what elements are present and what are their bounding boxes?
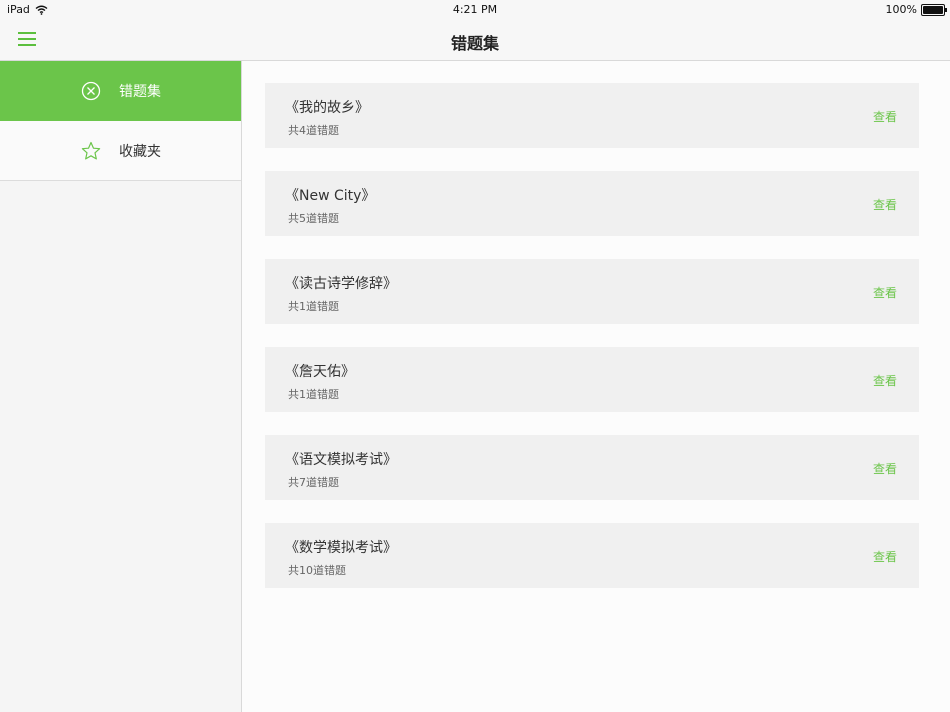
view-button[interactable]: 查看 [873,284,897,301]
item-count: 共1道错题 [288,388,339,401]
sidebar-item-label: 收藏夹 [119,143,161,160]
view-button[interactable]: 查看 [873,372,897,389]
list-item[interactable]: 《语文模拟考试》 共7道错题 查看 [265,435,919,500]
view-button[interactable]: 查看 [873,196,897,213]
item-title: 《New City》 [285,188,376,204]
item-title: 《数学模拟考试》 [285,540,397,556]
main-content: 《我的故乡》 共4道错题 查看 《New City》 共5道错题 查看 《读古诗… [242,61,950,712]
view-button[interactable]: 查看 [873,108,897,125]
item-count: 共7道错题 [288,476,339,489]
page-title: 错题集 [450,34,499,53]
sidebar-item-wrong-questions[interactable]: 错题集 [0,61,241,121]
list-item[interactable]: 《New City》 共5道错题 查看 [265,171,919,236]
sidebar-item-label: 错题集 [119,84,161,100]
item-count: 共4道错题 [288,124,339,137]
list-item[interactable]: 《读古诗学修辞》 共1道错题 查看 [265,259,919,324]
battery-percent: 100% [885,3,917,16]
circle-x-icon [81,81,101,101]
status-bar-right: 100% [885,3,947,16]
status-time: 4:21 PM [452,3,498,16]
item-count: 共1道错题 [288,300,339,313]
sidebar-item-favorites[interactable]: 收藏夹 [0,121,241,181]
nav-bar: 错题集 [0,20,950,61]
star-icon [81,141,101,159]
item-title: 《我的故乡》 [285,100,369,116]
item-title: 《语文模拟考试》 [285,452,397,468]
item-count: 共10道错题 [288,564,346,577]
view-button[interactable]: 查看 [873,548,897,565]
item-count: 共5道错题 [288,212,339,225]
sidebar: 错题集 收藏夹 [0,61,242,712]
list-item[interactable]: 《数学模拟考试》 共10道错题 查看 [265,523,919,588]
view-button[interactable]: 查看 [873,460,897,477]
item-title: 《詹天佑》 [285,364,355,380]
battery-icon [921,3,947,16]
list-item[interactable]: 《詹天佑》 共1道错题 查看 [265,347,919,412]
status-bar: iPad 4:21 PM 100% [0,0,950,20]
item-title: 《读古诗学修辞》 [285,276,397,292]
list-item[interactable]: 《我的故乡》 共4道错题 查看 [265,83,919,148]
